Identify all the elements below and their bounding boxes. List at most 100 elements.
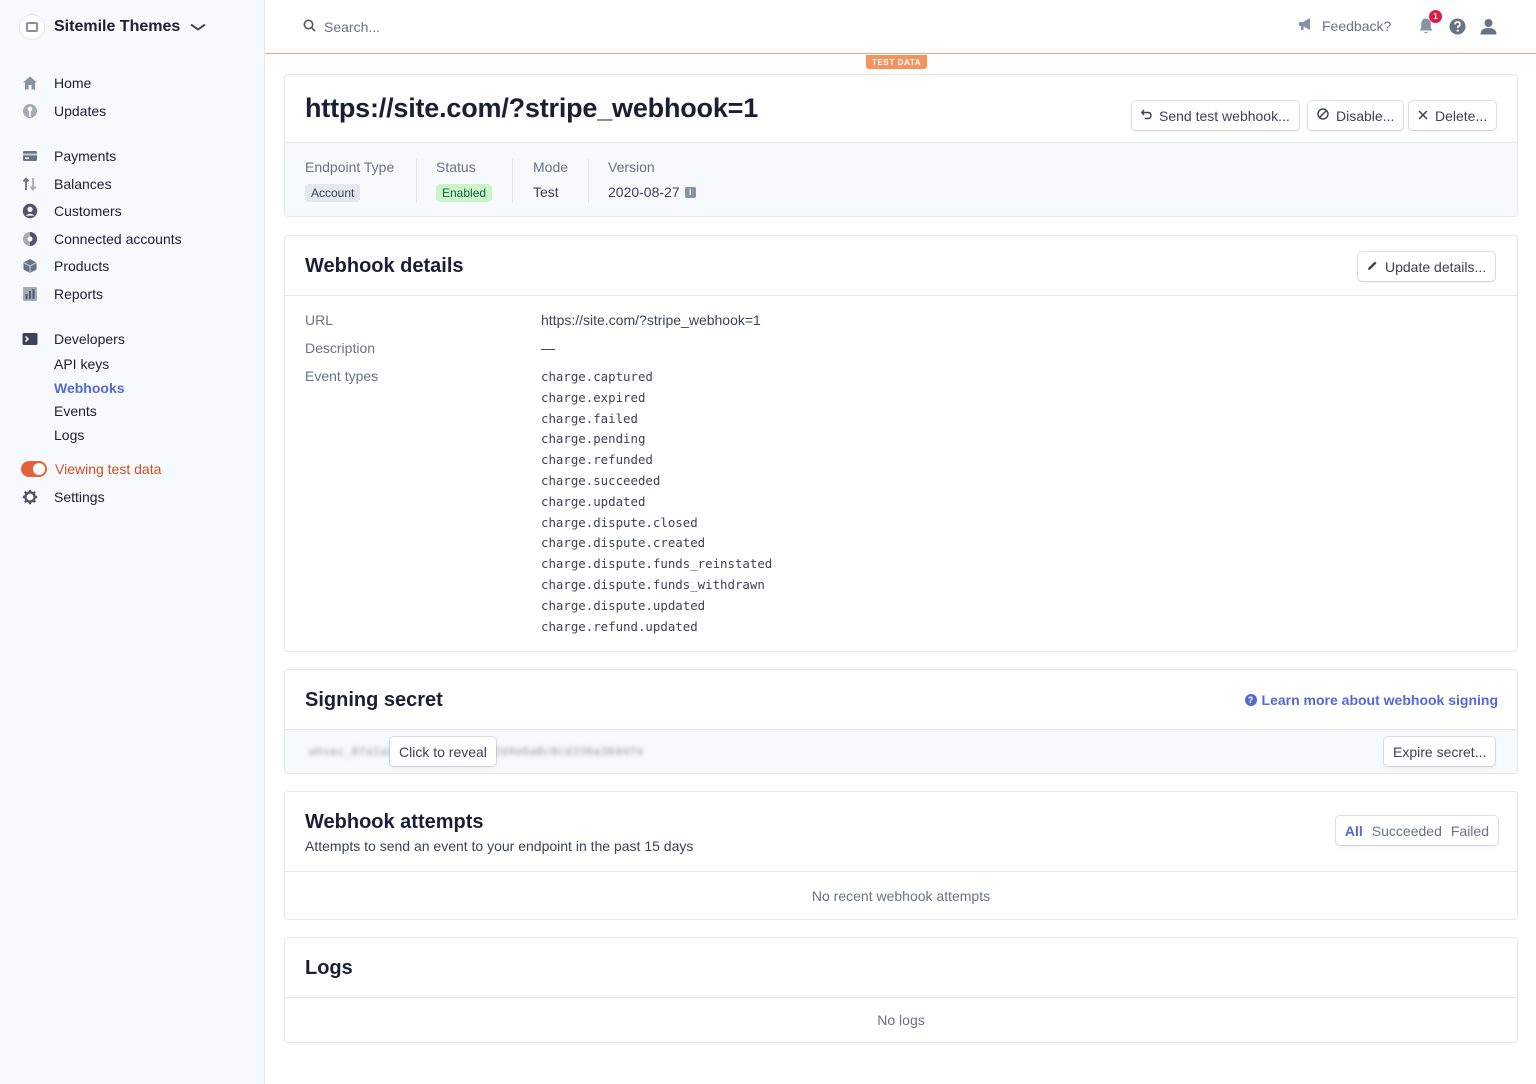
webhook-details-card: Webhook details Update details... URL ht… xyxy=(284,235,1518,652)
event-types-label: Event types xyxy=(305,368,379,384)
sidebar-subitem-api-keys[interactable]: API keys xyxy=(54,356,109,374)
mode-value: Test xyxy=(533,184,559,200)
sidebar-item-label: Developers xyxy=(54,331,125,347)
event-type: charge.dispute.funds_reinstated xyxy=(541,556,773,572)
sidebar-item-label: Settings xyxy=(54,489,105,505)
sidebar-item-customers[interactable]: Customers xyxy=(22,201,122,221)
event-type: charge.refund.updated xyxy=(541,618,698,634)
test-data-label: Viewing test data xyxy=(55,461,162,477)
chevron-down-icon xyxy=(190,20,207,34)
sidebar-item-connected-accounts[interactable]: Connected accounts xyxy=(22,229,182,249)
event-type: charge.dispute.created xyxy=(541,535,706,551)
sidebar-item-developers[interactable]: Developers xyxy=(22,329,125,349)
toggle-switch[interactable] xyxy=(21,461,47,477)
gear-icon xyxy=(22,489,38,505)
customers-icon xyxy=(22,203,38,219)
signing-secret-card: Signing secret ? Learn more about webhoo… xyxy=(284,669,1518,774)
sidebar-item-home[interactable]: Home xyxy=(22,73,91,93)
delete-label: Delete... xyxy=(1435,107,1488,124)
help-button[interactable] xyxy=(1447,16,1467,36)
help-icon xyxy=(1449,18,1465,34)
section-title: Webhook attempts xyxy=(305,811,484,833)
sidebar-subitem-webhooks[interactable]: Webhooks xyxy=(54,380,125,398)
search-bar[interactable] xyxy=(303,16,703,38)
expire-secret-label: Expire secret... xyxy=(1393,743,1487,760)
event-types-list: charge.captured charge.expired charge.fa… xyxy=(541,367,772,637)
notification-badge: 1 xyxy=(1429,10,1442,23)
feedback-label: Feedback? xyxy=(1322,17,1392,34)
feedback-button[interactable]: Feedback? xyxy=(1298,17,1391,34)
notifications-button[interactable]: 1 xyxy=(1416,10,1442,36)
description-label: Description xyxy=(305,340,376,356)
version-value: 2020-08-27 xyxy=(608,184,680,200)
sidebar-item-label: Payments xyxy=(54,148,117,164)
user-icon xyxy=(1480,18,1496,34)
endpoint-card: https://site.com/?stripe_webhook=1 Send … xyxy=(284,74,1518,217)
sidebar-item-products[interactable]: Products xyxy=(22,256,109,276)
update-details-button[interactable]: Update details... xyxy=(1358,252,1496,281)
developers-icon xyxy=(22,331,38,347)
close-icon xyxy=(1418,109,1428,123)
webhook-attempts-header: Webhook attempts Attempts to send an eve… xyxy=(285,792,1517,872)
update-details-label: Update details... xyxy=(1385,258,1487,275)
version-label: Version xyxy=(608,159,655,175)
sidebar: Sitemile Themes Home Updates Payments Ba… xyxy=(0,0,265,1084)
event-type: charge.succeeded xyxy=(541,472,661,488)
account-logo-icon xyxy=(20,15,44,39)
status-label: Status xyxy=(436,159,476,175)
sidebar-subitem-logs[interactable]: Logs xyxy=(54,427,84,445)
section-title: Signing secret xyxy=(305,689,443,711)
logs-card: Logs No logs xyxy=(284,937,1518,1043)
sidebar-item-label: Reports xyxy=(54,286,104,302)
endpoint-type-badge: Account xyxy=(305,184,361,202)
learn-more-link[interactable]: ? Learn more about webhook signing xyxy=(1244,692,1498,708)
megaphone-icon xyxy=(1298,17,1314,34)
page-title: https://site.com/?stripe_webhook=1 xyxy=(305,93,759,123)
account-switcher[interactable]: Sitemile Themes xyxy=(20,14,207,40)
profile-button[interactable] xyxy=(1478,16,1498,36)
event-type: charge.dispute.updated xyxy=(541,597,706,613)
disable-label: Disable... xyxy=(1336,107,1395,124)
mode-label: Mode xyxy=(533,159,569,175)
status-badge: Enabled xyxy=(436,184,493,202)
sidebar-item-label: Balances xyxy=(54,176,112,192)
url-value: https://site.com/?stripe_webhook=1 xyxy=(541,312,761,328)
event-type: charge.dispute.closed xyxy=(541,514,698,530)
version: Version 2020-08-27 i xyxy=(608,159,696,200)
divider xyxy=(588,159,589,203)
sidebar-item-reports[interactable]: Reports xyxy=(22,284,103,304)
secret-row: whsec_8fa1a2bc7d1e5f3a9c0b2d4e6a8c0cd336… xyxy=(285,729,1517,773)
payments-icon xyxy=(22,148,38,164)
sidebar-item-settings[interactable]: Settings xyxy=(22,487,105,507)
test-data-tag: TEST DATA xyxy=(866,55,928,69)
info-icon[interactable]: i xyxy=(684,186,696,198)
expire-secret-button[interactable]: Expire secret... xyxy=(1384,737,1496,766)
disable-button[interactable]: Disable... xyxy=(1308,101,1404,130)
filter-failed[interactable]: Failed xyxy=(1451,823,1489,839)
search-input[interactable] xyxy=(324,19,684,35)
sidebar-item-payments[interactable]: Payments xyxy=(22,146,116,166)
learn-more-label: Learn more about webhook signing xyxy=(1261,692,1498,708)
sidebar-item-updates[interactable]: Updates xyxy=(22,101,106,121)
event-type: charge.dispute.funds_withdrawn xyxy=(541,576,765,592)
sidebar-item-label: Connected accounts xyxy=(54,231,182,247)
reports-icon xyxy=(22,286,38,302)
updates-icon xyxy=(22,103,38,119)
attempts-filter: All Succeeded Failed xyxy=(1335,816,1498,845)
top-bar: Feedback? 1 xyxy=(265,0,1536,54)
sidebar-subitem-events[interactable]: Events xyxy=(54,403,97,421)
sidebar-item-balances[interactable]: Balances xyxy=(22,174,112,194)
delete-button[interactable]: Delete... xyxy=(1409,101,1497,130)
sidebar-item-label: Products xyxy=(54,258,110,274)
filter-succeeded[interactable]: Succeeded xyxy=(1372,823,1442,839)
event-type: charge.captured xyxy=(541,369,653,384)
send-test-webhook-button[interactable]: Send test webhook... xyxy=(1132,101,1299,130)
section-subtitle: Attempts to send an event to your endpoi… xyxy=(305,838,694,854)
account-name: Sitemile Themes xyxy=(54,18,181,35)
test-data-toggle[interactable]: Viewing test data xyxy=(21,459,161,479)
reveal-secret-label: Click to reveal xyxy=(399,743,487,760)
filter-all[interactable]: All xyxy=(1345,823,1363,839)
empty-logs-message: No logs xyxy=(877,1012,925,1028)
reveal-secret-button[interactable]: Click to reveal xyxy=(390,737,496,766)
products-icon xyxy=(22,258,38,274)
